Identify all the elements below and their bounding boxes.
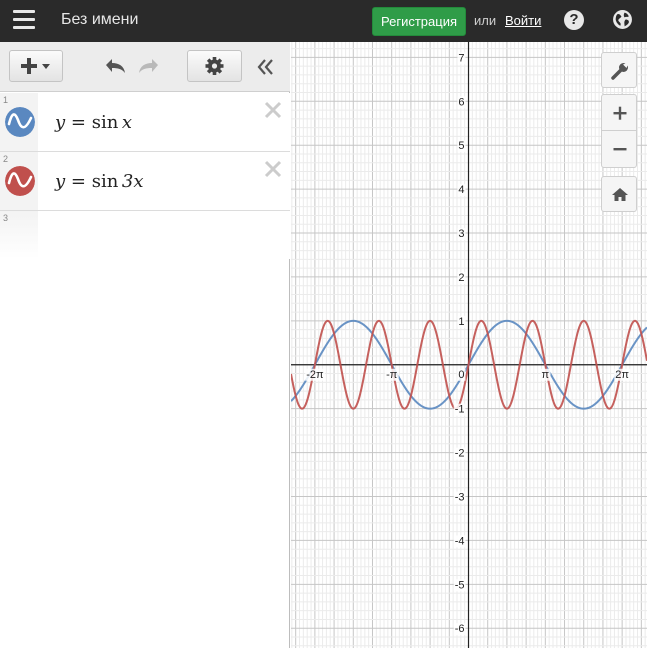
x-tick-label: π [542,369,550,381]
login-link[interactable]: Войти [505,13,541,28]
expression-gutter: 2 [0,152,38,210]
y-tick-label: 6 [458,96,464,108]
gear-icon [205,57,224,75]
y-tick-label: -1 [455,404,465,416]
y-tick-label: 4 [458,184,464,196]
y-tick-label: 2 [458,272,464,284]
expression-gutter: 1 [0,93,38,151]
home-icon [612,188,628,201]
expression-row[interactable]: 1 y = sin x [0,93,290,152]
y-tick-label: -3 [455,492,465,504]
wrench-icon [611,63,628,80]
settings-button[interactable] [187,50,242,82]
hamburger-icon[interactable] [13,10,35,30]
top-bar: Без имени Регистрация или Войти ? [0,0,647,42]
expression-input[interactable]: y = sin 3x [55,171,144,192]
y-tick-label: -5 [455,579,465,591]
expression-lhs: y [55,171,66,192]
expression-argument: x [121,112,133,133]
expression-panel: 1 y = sin x 2 y = sin 3x 3 [0,42,290,648]
expression-function: sin [91,112,119,133]
y-tick-label: 5 [458,140,464,152]
home-button[interactable] [601,176,637,212]
or-text: или [474,13,497,28]
globe-icon[interactable] [612,9,633,30]
plus-icon [613,106,627,120]
double-chevron-left-icon[interactable] [255,57,277,77]
expression-number: 1 [3,95,9,105]
x-tick-label: -2π [306,369,324,381]
expression-number: 2 [3,154,9,164]
close-icon[interactable] [264,101,282,119]
plus-icon [21,58,50,74]
zoom-in-button[interactable] [601,94,637,131]
expression-toolbar [0,42,290,92]
help-icon[interactable]: ? [564,10,584,30]
expression-number: 3 [3,213,9,223]
y-tick-label: 1 [458,316,464,328]
expression-lhs: y [55,112,66,133]
add-item-button[interactable] [9,50,63,82]
expression-list: 1 y = sin x 2 y = sin 3x 3 [0,93,290,259]
red-curve-icon[interactable] [5,166,35,196]
origin-label: 0 [458,369,464,381]
empty-expression-row[interactable]: 3 [0,211,290,259]
x-tick-label: -π [386,369,398,381]
graph-settings-button[interactable] [601,52,637,88]
graph-canvas[interactable]: -2π -π π 2π 7 6 5 4 3 2 1 -1 -2 -3 -4 -5 -6 0 [291,42,647,648]
expression-row[interactable]: 2 y = sin 3x [0,152,290,211]
expression-operator: = [65,112,92,133]
graph-area[interactable]: -2π -π π 2π 7 6 5 4 3 2 1 -1 -2 -3 -4 -5 -6 0 [291,42,647,648]
undo-icon[interactable] [102,57,128,77]
blue-curve-icon[interactable] [5,107,35,137]
y-tick-label: -4 [455,535,465,547]
expression-argument: 3x [121,171,144,192]
close-icon[interactable] [264,160,282,178]
expression-function: sin [91,171,119,192]
y-tick-label: 3 [458,228,464,240]
y-tick-label: -2 [455,448,465,460]
signup-button[interactable]: Регистрация [372,7,466,36]
expression-operator: = [65,171,92,192]
y-tick-label: -6 [455,623,465,635]
x-tick-label: 2π [615,369,629,381]
redo-icon[interactable] [136,57,162,77]
zoom-out-button[interactable] [601,131,637,168]
minus-icon [613,148,627,151]
document-title[interactable]: Без имени [61,11,138,29]
expression-input[interactable]: y = sin x [55,112,132,133]
expression-gutter: 3 [0,211,38,259]
y-tick-label: 7 [458,52,464,64]
